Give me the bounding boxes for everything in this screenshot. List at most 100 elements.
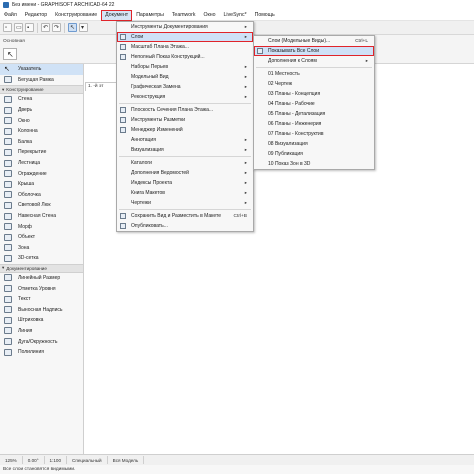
chevron-down-icon[interactable]: ▾ xyxy=(79,23,88,32)
toolbox-group-header[interactable]: ▾ Документирование xyxy=(0,263,83,273)
toolbox-item[interactable]: 3D-сетка xyxy=(0,253,83,264)
layers-menu-item[interactable]: 01 Местность xyxy=(254,69,374,79)
document-menu-item[interactable]: Менеджер Изменений xyxy=(117,125,253,135)
menu-item-4[interactable]: Параметры xyxy=(132,10,168,21)
toolbox-item[interactable]: Полилиния xyxy=(0,347,83,358)
save-icon[interactable]: ▪ xyxy=(25,23,34,32)
menu-command-icon xyxy=(120,107,126,113)
toolbox-item[interactable]: Лестница xyxy=(0,158,83,169)
toolbox-item[interactable]: Морф xyxy=(0,221,83,232)
document-menu-item[interactable]: Слои ▸ xyxy=(117,32,253,42)
toolbox-label: Указатель xyxy=(18,66,42,73)
document-menu-item[interactable]: Модельный Вид ▸ xyxy=(117,72,253,82)
toolbox-item[interactable]: Выносная Надпись xyxy=(0,304,83,315)
layers-menu-item[interactable]: Дополнения к Слоям ▸ xyxy=(254,56,374,66)
toolbox-label: Навесная Стена xyxy=(18,213,57,220)
toolbox-item[interactable]: ↖ Указатель xyxy=(0,64,83,75)
toolbox-group-header[interactable]: ▾ Конструирование xyxy=(0,85,83,95)
quick-option-cell[interactable]: Вся Модель xyxy=(108,458,144,463)
menu-item-0[interactable]: Файл xyxy=(0,10,21,21)
document-menu-item[interactable]: Аннотация ▸ xyxy=(117,135,253,145)
toolbox-item[interactable]: Ограждение xyxy=(0,168,83,179)
toolbox-item[interactable]: Колонна xyxy=(0,126,83,137)
menu-item-2[interactable]: Конструирование xyxy=(51,10,101,21)
layers-menu-item[interactable]: 09 Публикация xyxy=(254,149,374,159)
toolbox-item[interactable]: Линейный Размер xyxy=(0,273,83,284)
menu-item-1[interactable]: Редактор xyxy=(21,10,51,21)
toolbox-item[interactable]: Отметка Уровня xyxy=(0,283,83,294)
redo-icon[interactable]: ↷ xyxy=(52,23,61,32)
document-menu-item[interactable]: Чертежи ▸ xyxy=(117,198,253,208)
document-menu-dropdown: Инструменты Документирования ▸ Слои ▸ Масшта… xyxy=(116,21,254,232)
toolbox-item[interactable]: Дверь xyxy=(0,105,83,116)
object-icon xyxy=(4,233,12,241)
toolbox-item[interactable]: Зона xyxy=(0,243,83,254)
toolbox-item[interactable]: Штриховка xyxy=(0,315,83,326)
menu-item-8[interactable]: Помощь xyxy=(251,10,279,21)
submenu-arrow-icon: ▸ xyxy=(244,34,247,39)
layers-menu-item[interactable]: 07 Планы - Конструктив xyxy=(254,129,374,139)
menu-item-7[interactable]: LiveSync* xyxy=(220,10,251,21)
arrow-selection-mode-button[interactable]: ↖ xyxy=(3,48,17,60)
toolbox-label: Ограждение xyxy=(18,170,47,177)
layers-menu-item[interactable]: Слои (Модельные Виды)... Ctrl+L xyxy=(254,36,374,46)
menu-item-5[interactable]: Teamwork xyxy=(168,10,200,21)
undo-icon[interactable]: ↶ xyxy=(41,23,50,32)
layers-menu-item[interactable]: 04 Планы - Рабочие xyxy=(254,99,374,109)
document-menu-item[interactable]: Плоскость Сечения Плана Этажа... xyxy=(117,105,253,115)
document-menu-item[interactable]: Неполный Показ Конструкций... xyxy=(117,52,253,62)
layers-menu-item[interactable]: 05 Планы - Детализация xyxy=(254,109,374,119)
document-menu-item[interactable]: Масштаб Плана Этажа... xyxy=(117,42,253,52)
document-menu-item-label: Графическая Замена xyxy=(131,84,181,90)
toolbox-item[interactable]: Балка xyxy=(0,137,83,148)
quick-option-cell[interactable]: 0.00° xyxy=(23,458,44,463)
curtain-wall-icon xyxy=(4,212,12,220)
document-menu-item[interactable]: Реконструкция ▸ xyxy=(117,92,253,102)
open-folder-icon[interactable]: ▭ xyxy=(14,23,23,32)
submenu-arrow-icon: ▸ xyxy=(244,137,247,142)
toolbox-item[interactable]: Текст xyxy=(0,294,83,305)
menu-item-6[interactable]: Окно xyxy=(199,10,219,21)
document-menu-item[interactable]: Инструменты Разметки xyxy=(117,115,253,125)
layers-menu-item[interactable]: 08 Визуализация xyxy=(254,139,374,149)
toolbox-item[interactable]: Бегущая Рамка xyxy=(0,75,83,86)
menu-command-icon xyxy=(257,48,263,54)
layers-menu-item[interactable]: Показывать Все Слои xyxy=(254,46,374,56)
document-menu-item[interactable]: Индексы Проекта ▸ xyxy=(117,178,253,188)
menu-document[interactable]: Документ xyxy=(101,9,133,21)
document-menu-item[interactable]: Визуализация ▸ xyxy=(117,145,253,155)
toolbox-item[interactable]: Световой Люк xyxy=(0,200,83,211)
document-menu-item-label: Каталоги xyxy=(131,160,152,166)
toolbox-item[interactable]: Объект xyxy=(0,232,83,243)
document-menu-item[interactable]: Графическая Замена ▸ xyxy=(117,82,253,92)
toolbox-item[interactable]: Перекрытие xyxy=(0,147,83,158)
document-menu-item[interactable]: Каталоги ▸ xyxy=(117,158,253,168)
toolbox-item[interactable]: Крыша xyxy=(0,179,83,190)
layers-submenu: Слои (Модельные Виды)... Ctrl+L Показывать… xyxy=(253,35,375,170)
document-menu-item[interactable]: Наборы Перьев ▸ xyxy=(117,62,253,72)
new-file-icon[interactable]: ▫ xyxy=(3,23,12,32)
quick-option-cell[interactable]: 125% xyxy=(0,458,22,463)
toolbox-item[interactable]: Навесная Стена xyxy=(0,211,83,222)
document-menu-item[interactable]: Книга Макетов ▸ xyxy=(117,188,253,198)
toolbox-item[interactable]: Окно xyxy=(0,115,83,126)
toolbox-item[interactable]: Стена xyxy=(0,94,83,105)
document-menu-item[interactable]: Сохранить Вид и Разместить в Макете Ctrl+… xyxy=(117,211,253,221)
toolbox-item[interactable]: Линия xyxy=(0,326,83,337)
document-menu-item[interactable]: Дополнения Ведомостей ▸ xyxy=(117,168,253,178)
toolbox-item[interactable]: Дуга/Окружность xyxy=(0,336,83,347)
document-menu-item[interactable]: Опубликовать... xyxy=(117,221,253,231)
toolbox-label: Морф xyxy=(18,223,32,230)
arrow-pointer-icon[interactable]: ↖ xyxy=(68,23,77,32)
layers-menu-item-label: Дополнения к Слоям xyxy=(268,58,317,64)
layers-menu-item[interactable]: 06 Планы - Инженерия xyxy=(254,119,374,129)
quick-option-cell[interactable]: 1:100 xyxy=(45,458,67,463)
layers-menu-item[interactable]: 02 Чертеж xyxy=(254,79,374,89)
toolbox-item[interactable]: Оболочка xyxy=(0,190,83,201)
layers-menu-item[interactable]: 03 Планы - Концепция xyxy=(254,89,374,99)
menu-separator xyxy=(256,67,372,68)
toolbox-label: Зона xyxy=(18,244,30,251)
quick-option-cell[interactable]: Специальный xyxy=(67,458,107,463)
document-menu-item[interactable]: Инструменты Документирования ▸ xyxy=(117,22,253,32)
layers-menu-item[interactable]: 10 Показ Зон в 3D xyxy=(254,159,374,169)
